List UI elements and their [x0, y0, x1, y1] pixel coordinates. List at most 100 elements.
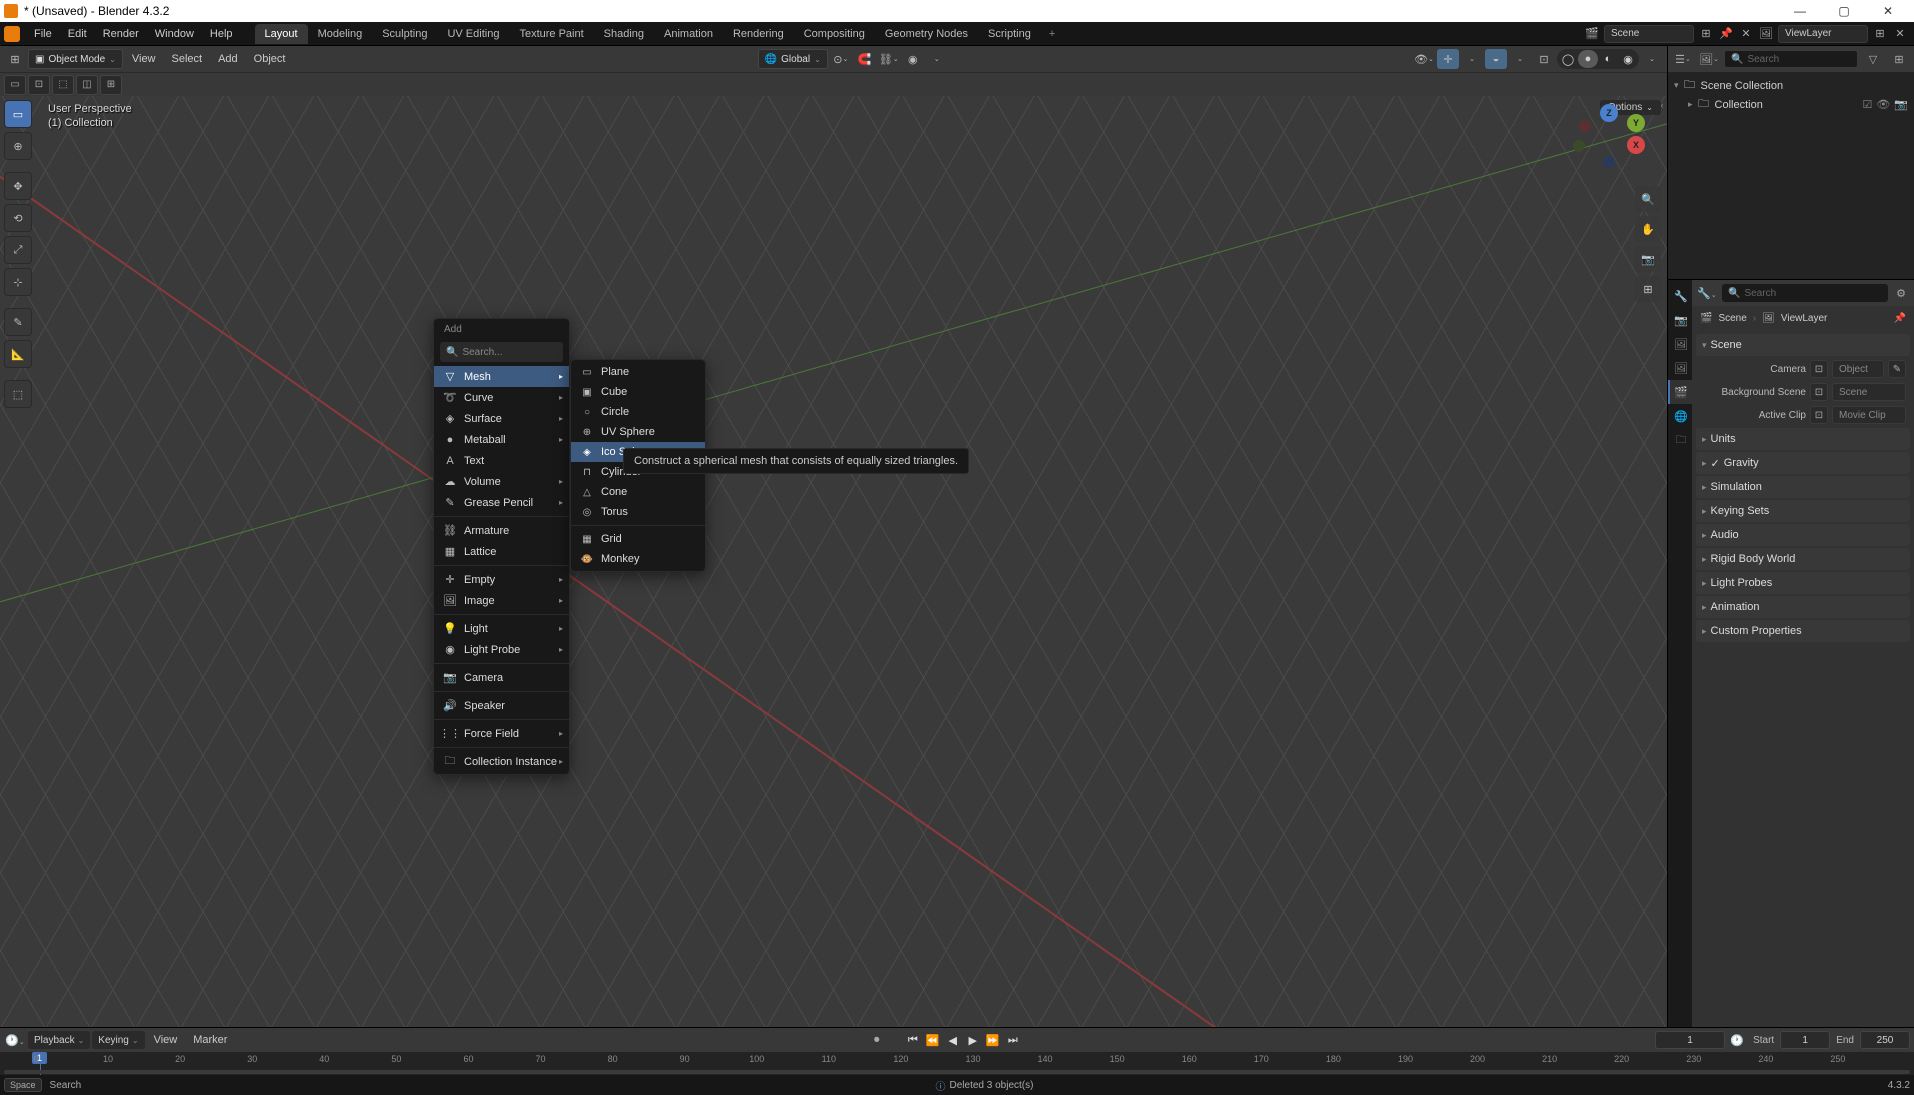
mesh-menu-torus[interactable]: ◎Torus	[571, 502, 705, 522]
editor-type-outliner-icon[interactable]: ☰⌄	[1672, 49, 1694, 69]
viewport-menu-select[interactable]: Select	[165, 53, 210, 65]
viewport-menu-view[interactable]: View	[125, 53, 163, 65]
preview-range-icon[interactable]: 🕐	[1727, 1034, 1747, 1047]
jump-end-button[interactable]: ⏭	[1003, 1030, 1023, 1050]
panel-rigid-body[interactable]: ▸Rigid Body World	[1696, 548, 1910, 570]
menu-file[interactable]: File	[26, 22, 60, 46]
outliner-tree[interactable]: ▾ 🗀 Scene Collection ▸ 🗀 Collection ☑ 👁 …	[1668, 72, 1914, 279]
zoom-icon[interactable]: 🔍	[1635, 186, 1661, 212]
scene-delete-button[interactable]: ✕	[1737, 25, 1755, 43]
select-mode-3[interactable]: ⬚	[52, 75, 74, 95]
timeline-scrollbar[interactable]	[4, 1070, 1910, 1074]
add-menu-surface[interactable]: ◈Surface▸	[434, 408, 569, 429]
add-menu-collection-instance[interactable]: 🗀Collection Instance▸	[434, 751, 569, 772]
playback-menu[interactable]: Playback⌄	[28, 1031, 90, 1049]
camera-field[interactable]: Object	[1832, 360, 1884, 378]
add-menu-metaball[interactable]: ●Metaball▸	[434, 429, 569, 450]
perspective-icon[interactable]: ⊞	[1635, 276, 1661, 302]
mesh-menu-cube[interactable]: ▣Cube	[571, 382, 705, 402]
shading-matprev[interactable]: ◐	[1598, 50, 1618, 68]
disclosure-icon[interactable]: ▾	[1674, 80, 1679, 91]
mode-selector[interactable]: ▣ Object Mode ⌄	[28, 49, 123, 69]
tool-rotate[interactable]: ⟲	[4, 204, 32, 232]
tree-collection[interactable]: ▸ 🗀 Collection ☑ 👁 📷	[1668, 95, 1914, 114]
tool-select-box[interactable]: ▭	[4, 100, 32, 128]
viewlayer-icon[interactable]: 🖼	[1757, 25, 1775, 43]
shading-solid[interactable]: ●	[1578, 50, 1598, 68]
panel-audio[interactable]: ▸Audio	[1696, 524, 1910, 546]
gizmo-neg-y[interactable]	[1573, 140, 1585, 152]
scene-selector[interactable]: Scene	[1604, 25, 1694, 43]
tab-add-button[interactable]: +	[1041, 24, 1063, 44]
outliner-search[interactable]: 🔍 Search	[1724, 50, 1858, 68]
add-menu-armature[interactable]: ⛓Armature	[434, 520, 569, 541]
select-mode-1[interactable]: ▭	[4, 75, 26, 95]
snap-options-icon[interactable]: ⛓⌄	[878, 49, 900, 69]
timeline-menu-marker[interactable]: Marker	[186, 1034, 234, 1046]
tab-shading[interactable]: Shading	[594, 24, 654, 44]
pan-icon[interactable]: ✋	[1635, 216, 1661, 242]
viewport-n-panel-toggle[interactable]: ‹	[1657, 100, 1667, 110]
disable-render-icon[interactable]: 📷	[1894, 98, 1908, 111]
tab-sculpting[interactable]: Sculpting	[372, 24, 437, 44]
menu-render[interactable]: Render	[95, 22, 147, 46]
jump-start-button[interactable]: ⏮	[903, 1030, 923, 1050]
prop-viewlayer-icon[interactable]: 🖼	[1668, 356, 1692, 380]
shading-wireframe[interactable]: ◯	[1558, 50, 1578, 68]
add-menu-lattice[interactable]: ▦Lattice	[434, 541, 569, 562]
tool-move[interactable]: ✥	[4, 172, 32, 200]
add-menu-speaker[interactable]: 🔊Speaker	[434, 695, 569, 716]
clip-picker-icon[interactable]: ⊡	[1810, 406, 1828, 424]
viewport-menu-add[interactable]: Add	[211, 53, 245, 65]
editor-type-icon[interactable]: ⊞	[4, 49, 26, 69]
play-button[interactable]: ▶	[963, 1030, 983, 1050]
add-menu-empty[interactable]: ✛Empty▸	[434, 569, 569, 590]
mesh-menu-cone[interactable]: △Cone	[571, 482, 705, 502]
end-frame-input[interactable]: 250	[1860, 1031, 1910, 1049]
menu-window[interactable]: Window	[147, 22, 202, 46]
tab-texture-paint[interactable]: Texture Paint	[509, 24, 593, 44]
add-menu-force-field[interactable]: ⋮⋮Force Field▸	[434, 723, 569, 744]
tool-cursor[interactable]: ⊕	[4, 132, 32, 160]
tab-animation[interactable]: Animation	[654, 24, 723, 44]
menu-help[interactable]: Help	[202, 22, 241, 46]
pin-icon[interactable]: 📌	[1894, 313, 1906, 324]
blender-icon[interactable]	[4, 26, 20, 42]
add-menu-light-probe[interactable]: ◉Light Probe▸	[434, 639, 569, 660]
eyedropper-icon[interactable]: ✎	[1888, 360, 1906, 378]
mesh-menu-uv-sphere[interactable]: ⊕UV Sphere	[571, 422, 705, 442]
panel-keying-sets[interactable]: ▸Keying Sets	[1696, 500, 1910, 522]
panel-animation[interactable]: ▸Animation	[1696, 596, 1910, 618]
tab-layout[interactable]: Layout	[255, 24, 308, 44]
add-menu-image[interactable]: 🖼Image▸	[434, 590, 569, 611]
gizmo-z-axis[interactable]: Z	[1600, 104, 1618, 122]
panel-simulation[interactable]: ▸Simulation	[1696, 476, 1910, 498]
prop-world-icon[interactable]: 🌐	[1668, 404, 1692, 428]
timeline-menu-view[interactable]: View	[147, 1034, 185, 1046]
tool-scale[interactable]: ⤢	[4, 236, 32, 264]
viewlayer-new-button[interactable]: ⊞	[1871, 25, 1889, 43]
add-menu-volume[interactable]: ☁Volume▸	[434, 471, 569, 492]
select-mode-4[interactable]: ◫	[76, 75, 98, 95]
scene-icon[interactable]: 🎬	[1583, 25, 1601, 43]
tab-scripting[interactable]: Scripting	[978, 24, 1041, 44]
viewport-3d[interactable]: ▭ ⊕ ✥ ⟲ ⤢ ⊹ ✎ 📐 ⬚ User Perspective (1) C…	[0, 96, 1667, 1027]
panel-scene[interactable]: ▾ Scene	[1696, 334, 1910, 356]
shading-options-icon[interactable]: ⌄	[1641, 49, 1663, 69]
bg-scene-field[interactable]: Scene	[1832, 383, 1906, 401]
prop-render-icon[interactable]: 📷	[1668, 308, 1692, 332]
maximize-button[interactable]: ▢	[1822, 0, 1866, 22]
panel-gravity[interactable]: ▸✓Gravity	[1696, 452, 1910, 474]
overlay-options-icon[interactable]: ⌄	[1509, 49, 1531, 69]
prop-tool-icon[interactable]: 🔧	[1668, 284, 1692, 308]
keyframe-prev-button[interactable]: ⏪	[923, 1030, 943, 1050]
disclosure-icon[interactable]: ▸	[1688, 99, 1693, 110]
camera-view-icon[interactable]: 📷	[1635, 246, 1661, 272]
gizmo-x-axis[interactable]: X	[1627, 136, 1645, 154]
propedit-options-icon[interactable]: ⌄	[926, 49, 948, 69]
mesh-menu-grid[interactable]: ▦Grid	[571, 529, 705, 549]
viewlayer-selector[interactable]: ViewLayer	[1778, 25, 1868, 43]
select-mode-2[interactable]: ⊡	[28, 75, 50, 95]
minimize-button[interactable]: —	[1778, 0, 1822, 22]
viewport-menu-object[interactable]: Object	[247, 53, 293, 65]
